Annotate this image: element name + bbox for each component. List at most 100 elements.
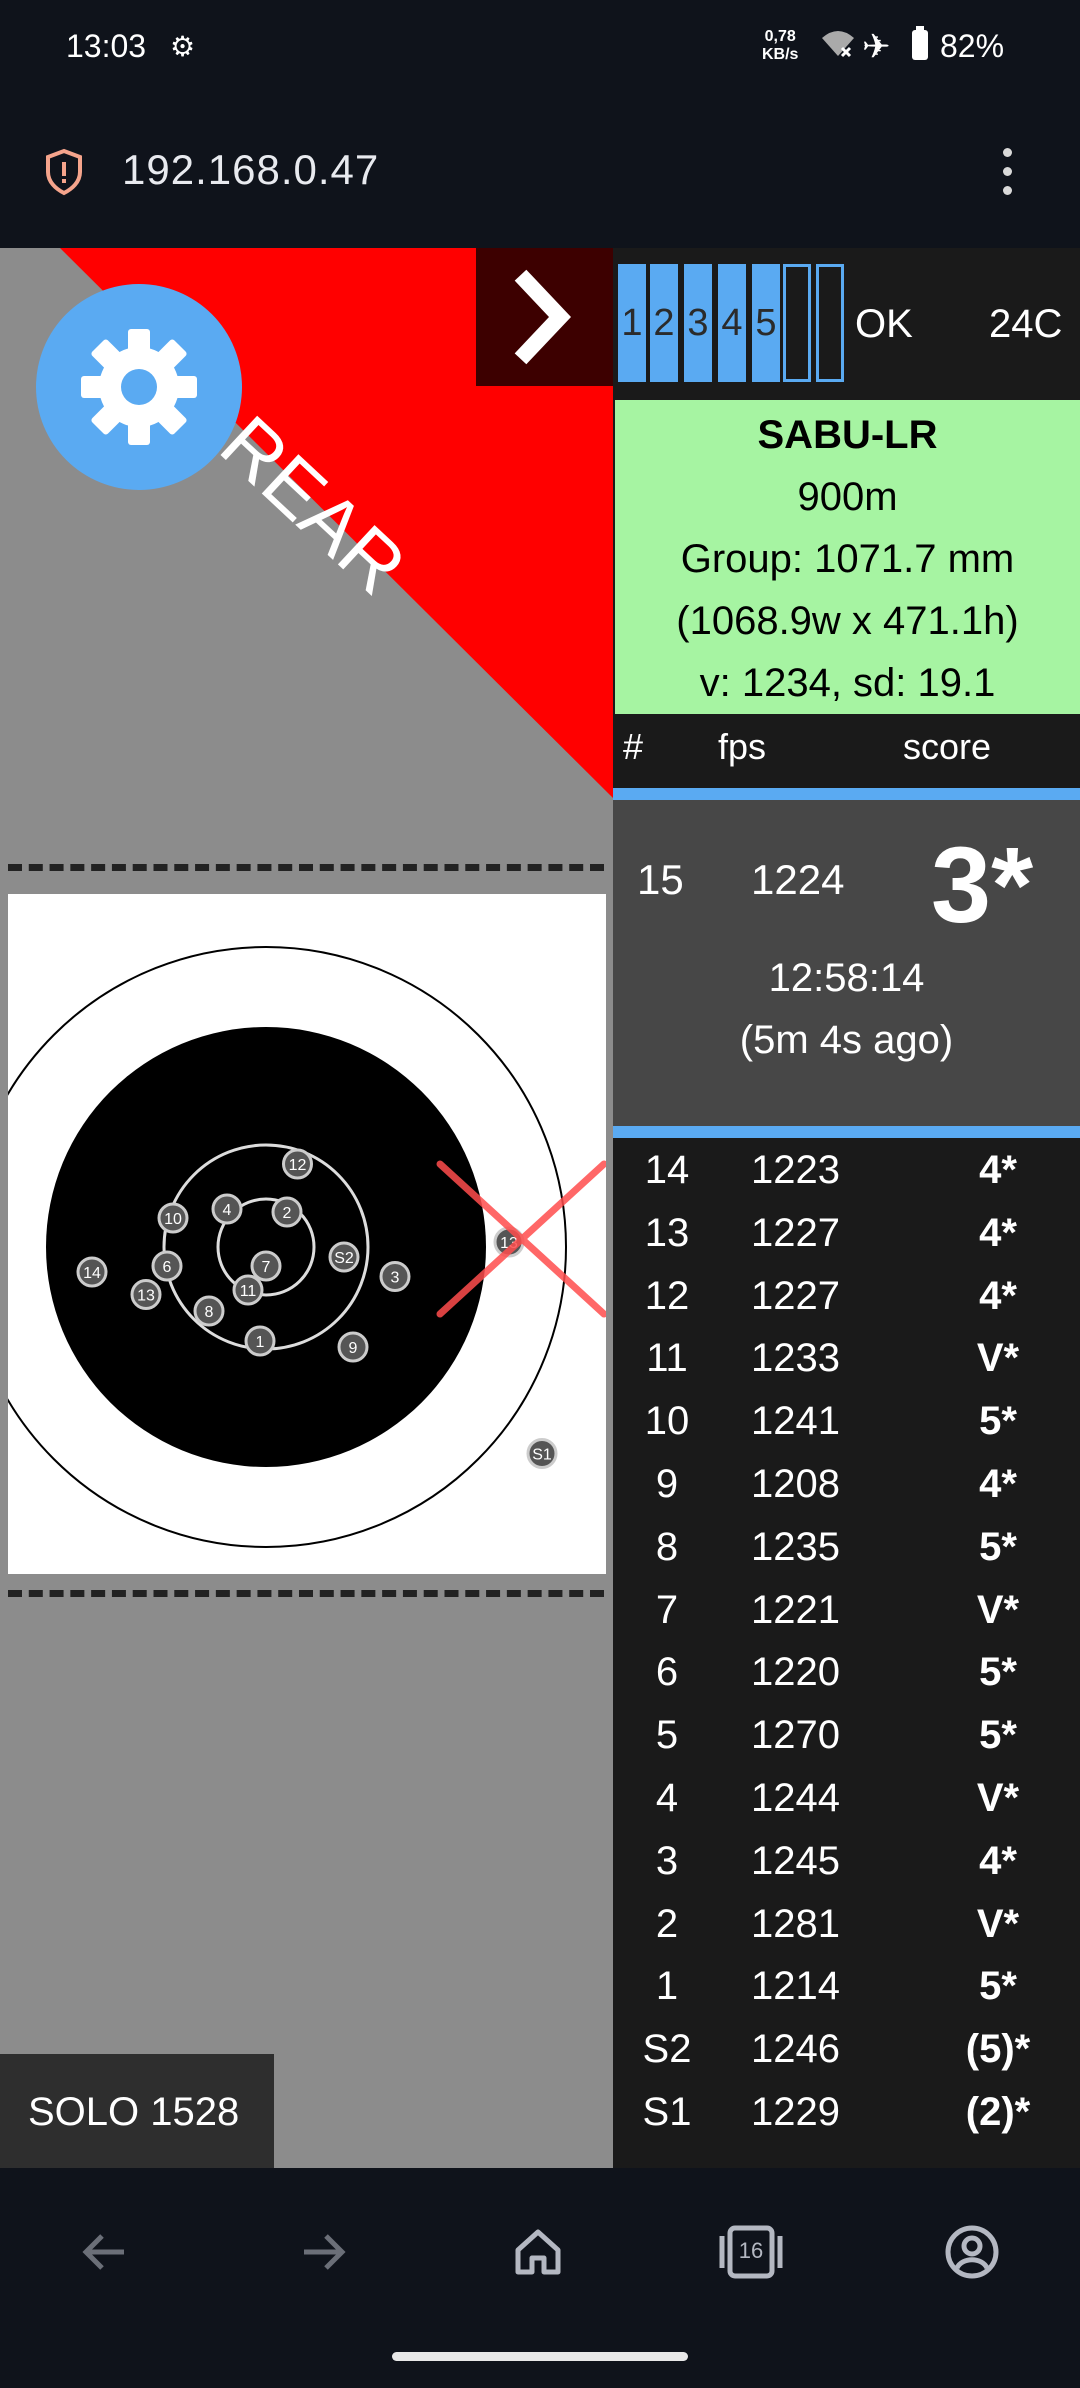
shot-mark-label: 1 [256, 1334, 265, 1351]
forward-arrow-icon[interactable] [294, 2224, 350, 2280]
shot-fps: 1235 [751, 1524, 840, 1569]
status-bar: 13:03 ⚙ 0,78 KB/s ✈ 82% [0, 0, 1080, 100]
shot-fps: 1214 [751, 1964, 840, 2009]
shot-row[interactable]: 1 1214 5* [613, 1956, 1080, 2019]
distance: 900m [797, 475, 898, 519]
header-fps: fps [718, 726, 767, 767]
shot-mark-label: 7 [262, 1259, 271, 1276]
shot-score: V* [976, 1775, 1020, 1820]
shot-num: 11 [646, 1336, 688, 1381]
shot-row[interactable]: 3 1245 4* [613, 1831, 1080, 1894]
shot-indicator-cell [816, 264, 844, 382]
shot-row[interactable]: 8 1235 5* [613, 1517, 1080, 1580]
chevron-right-icon [514, 269, 571, 365]
table-header: # fps score [613, 714, 1080, 780]
wifi-off-icon [822, 31, 854, 58]
shot-num: 8 [655, 1524, 679, 1569]
shot-num: 3 [655, 1838, 679, 1883]
shot-mark: 12 [282, 1148, 313, 1180]
url-text[interactable]: 192.168.0.47 [122, 146, 379, 194]
shot-num: S2 [642, 2027, 692, 2072]
collapse-panel-button[interactable] [476, 248, 613, 386]
shot-num: 14 [644, 1148, 690, 1192]
shot-score: 4* [979, 1273, 1017, 1318]
shot-row[interactable]: 7 1221 V* [613, 1580, 1080, 1643]
shot-row[interactable]: 9 1208 4* [613, 1454, 1080, 1517]
shot-mark-label: 3 [391, 1270, 400, 1287]
shot-row[interactable]: 5 1270 5* [613, 1705, 1080, 1768]
tabs-button[interactable]: 16 [718, 2224, 784, 2280]
shot-row[interactable]: S1 1229 (2)* [613, 2082, 1080, 2145]
solo-label: SOLO 1528 [28, 2090, 240, 2134]
latest-divider [613, 1126, 1080, 1138]
shot-score: 5* [979, 1399, 1017, 1444]
shot-mark: 13 [130, 1279, 162, 1310]
shot-num: 13 [644, 1210, 690, 1255]
shot-fps: 1241 [751, 1399, 840, 1444]
shot-row[interactable]: 4 1244 V* [613, 1768, 1080, 1831]
home-indicator[interactable] [392, 2352, 688, 2361]
shield-icon[interactable] [44, 148, 84, 196]
header-num: # [623, 726, 644, 767]
latest-shot-num: 15 [637, 856, 684, 903]
header-divider [613, 788, 1080, 800]
shot-score: V* [976, 1587, 1020, 1632]
shot-indicator-cell: 2 [650, 264, 678, 382]
shot-num: 2 [655, 1901, 679, 1946]
shot-score: 5* [979, 1650, 1017, 1695]
shot-row[interactable]: S2 1246 (5)* [613, 2019, 1080, 2082]
shot-row[interactable]: 12 1227 4* [613, 1266, 1080, 1329]
target-face: 12 10 4 2 6 11 7 S2 3 14 13 8 1 9 13 S1 [8, 894, 606, 1574]
back-arrow-icon[interactable] [78, 2224, 134, 2280]
gear-icon [81, 329, 197, 445]
shot-fps: 1245 [751, 1838, 840, 1883]
shot-score: 4* [979, 1210, 1017, 1255]
shot-mark-label: 12 [289, 1157, 307, 1174]
shot-row[interactable]: 6 1220 5* [613, 1642, 1080, 1705]
shot-fps: 1227 [751, 1210, 840, 1255]
network-speed-value: 0,78 [764, 28, 796, 45]
shot-num: 10 [644, 1399, 690, 1444]
shot-mark-label: 4 [223, 1202, 232, 1219]
shot-indicator-cell: 4 [718, 264, 746, 382]
shot-fps: 1227 [751, 1273, 840, 1318]
shot-mark: S2 [328, 1241, 360, 1273]
shot-row[interactable]: 13 1227 4* [613, 1203, 1080, 1266]
shot-score: V* [976, 1901, 1020, 1946]
shot-mark: 7 [250, 1250, 282, 1282]
shot-mark: 10 [157, 1202, 189, 1234]
shot-indicator-cell: 5 [752, 264, 780, 382]
shot-fps: 1220 [751, 1650, 840, 1695]
settings-button[interactable] [36, 284, 242, 490]
shot-fps: 1229 [751, 2089, 840, 2134]
shot-mark-label: 11 [240, 1283, 257, 1300]
shot-score: 4* [979, 1148, 1017, 1192]
shot-indicator-cell [783, 264, 811, 382]
browser-nav-bar: 16 [0, 2168, 1080, 2388]
temperature: 24C [989, 302, 1063, 346]
header-score: score [903, 726, 992, 767]
profile-name: SABU-LR [757, 413, 938, 457]
shot-row[interactable]: 11 1233 V* [613, 1328, 1080, 1391]
shot-list: 14 1223 4* 13 1227 4* 12 1227 4* 11 1233 V* 10 1241 5*… [613, 1140, 1080, 2145]
shot-row[interactable]: 2 1281 V* [613, 1894, 1080, 1957]
shot-mark-label: 2 [283, 1205, 292, 1222]
shot-row[interactable]: 10 1241 5* [613, 1391, 1080, 1454]
shot-score: (5)* [965, 2027, 1031, 2072]
tab-count: 16 [738, 2238, 764, 2263]
shot-row[interactable]: 14 1223 4* [613, 1140, 1080, 1203]
summary-box: SABU-LR 900m Group: 1071.7 mm (1068.9w x… [615, 400, 1080, 714]
overflow-menu-icon[interactable] [1000, 148, 1014, 205]
target-edge-bottom [8, 1590, 604, 1597]
results-panel: 12345 OK 24C SABU-LR 900m Group: 1071.7 … [613, 248, 1080, 2168]
target-edge-top [8, 864, 604, 871]
home-icon[interactable] [510, 2224, 566, 2280]
shot-mark-label: 14 [83, 1265, 101, 1282]
solo-badge: SOLO 1528 [0, 2054, 274, 2168]
battery-level: 82% [940, 28, 1005, 64]
account-icon[interactable] [944, 2224, 1000, 2280]
network-speed: 0,78 KB/s [762, 28, 798, 64]
shot-num: S1 [642, 2089, 692, 2134]
shot-fps: 1233 [751, 1336, 840, 1381]
shot-mark: 6 [151, 1250, 183, 1282]
